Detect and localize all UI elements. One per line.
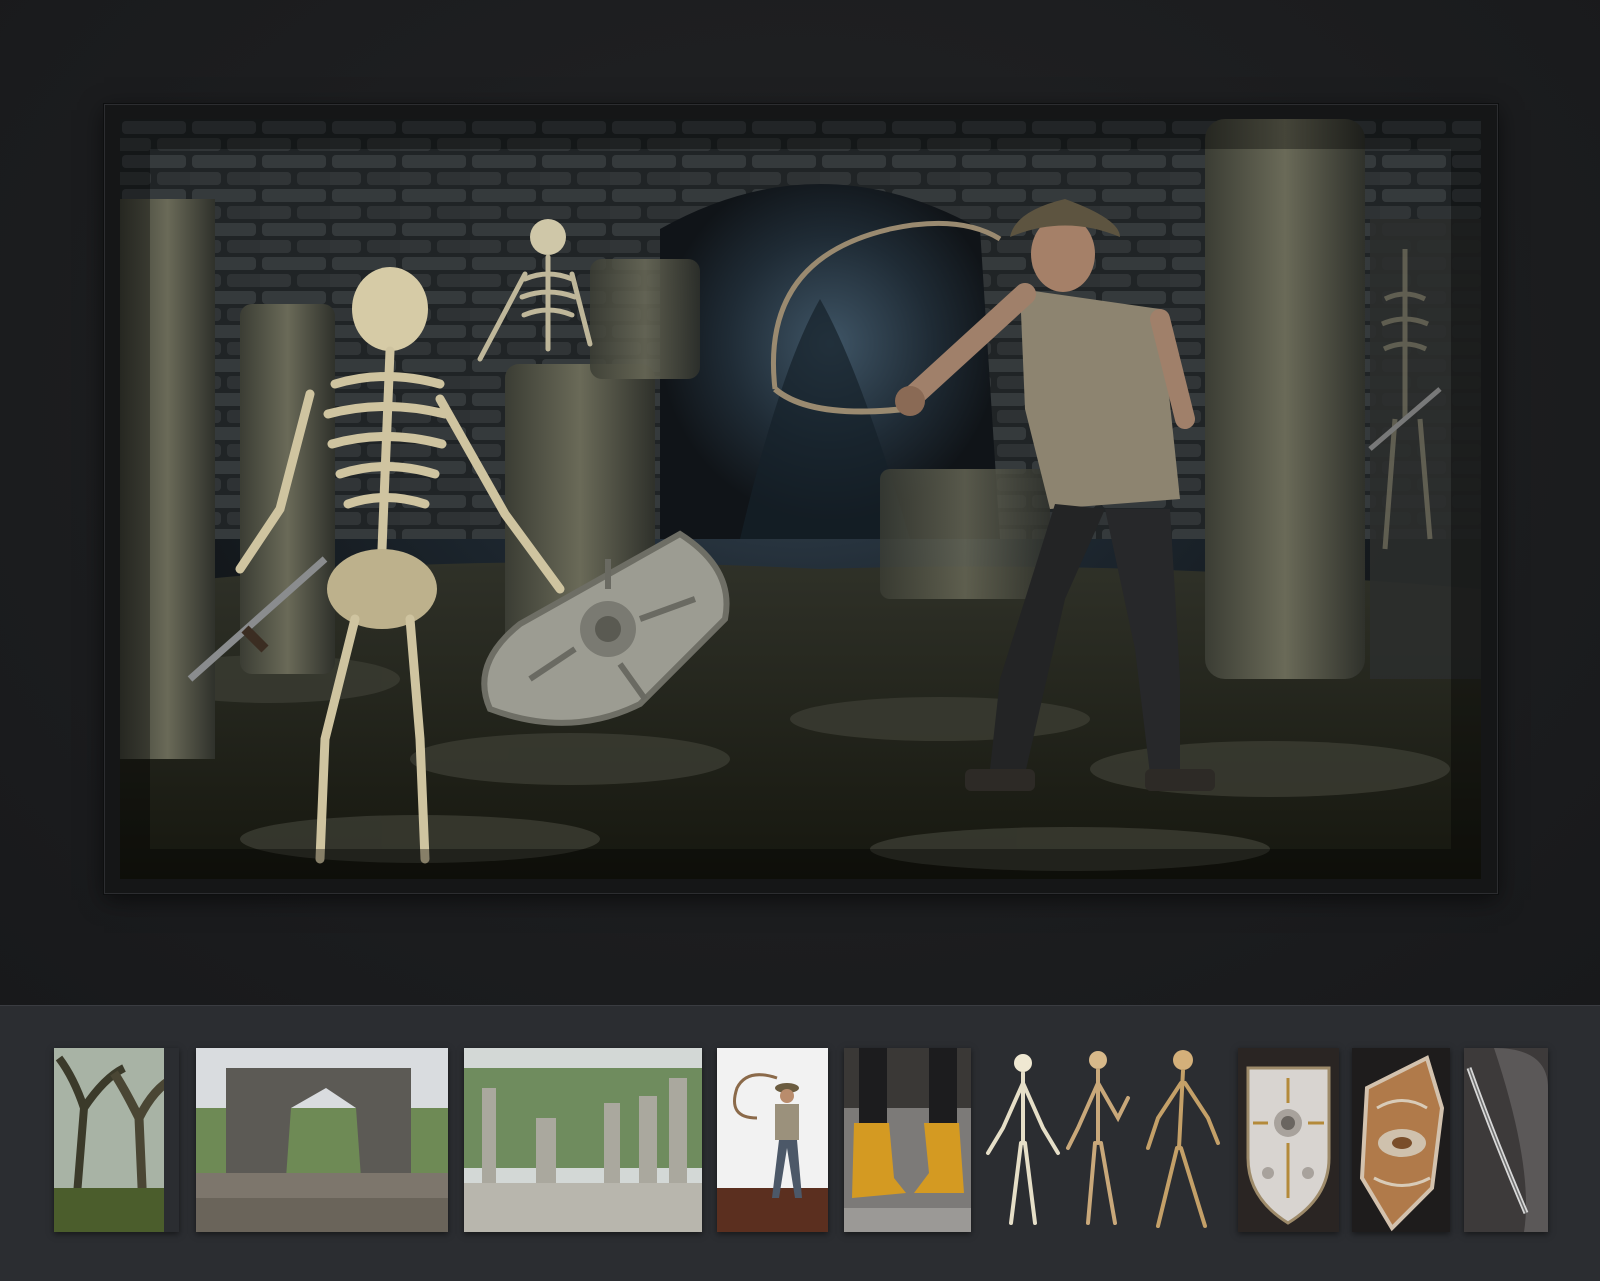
thumbnail-skeletons[interactable] [983,1048,1230,1232]
ornate-shield-thumbnail-icon [1352,1048,1450,1232]
image-stage [0,0,1600,1005]
thumbnail-forest[interactable] [54,1048,179,1232]
thumbnail-sword-blade[interactable] [1464,1048,1548,1232]
thumbnail-stone-columns[interactable] [464,1048,702,1232]
photo-composite-icon [120,119,1481,879]
man-with-whip-thumbnail-icon [717,1048,828,1232]
stone-columns-ruins-thumbnail-icon [464,1048,702,1232]
thumbnail-ornate-shield[interactable] [1352,1048,1450,1232]
thumbnail-man-with-whip[interactable] [717,1048,828,1232]
thumbnail-stone-arch[interactable] [196,1048,448,1232]
main-image[interactable] [120,119,1481,879]
sword-blade-thumbnail-icon [1464,1048,1548,1232]
thumbnail-skull-shield[interactable] [1238,1048,1339,1232]
main-image-frame [104,104,1498,894]
skeletons-thumbnail-icon [986,1050,1220,1228]
skull-shield-thumbnail-icon [1238,1048,1339,1232]
forest-thumbnail-icon [54,1048,179,1232]
thumbnail-strip [0,1005,1600,1281]
stone-arch-ruins-thumbnail-icon [196,1048,448,1232]
thumbnail-yellow-boots[interactable] [844,1048,971,1232]
yellow-boots-thumbnail-icon [844,1048,971,1232]
